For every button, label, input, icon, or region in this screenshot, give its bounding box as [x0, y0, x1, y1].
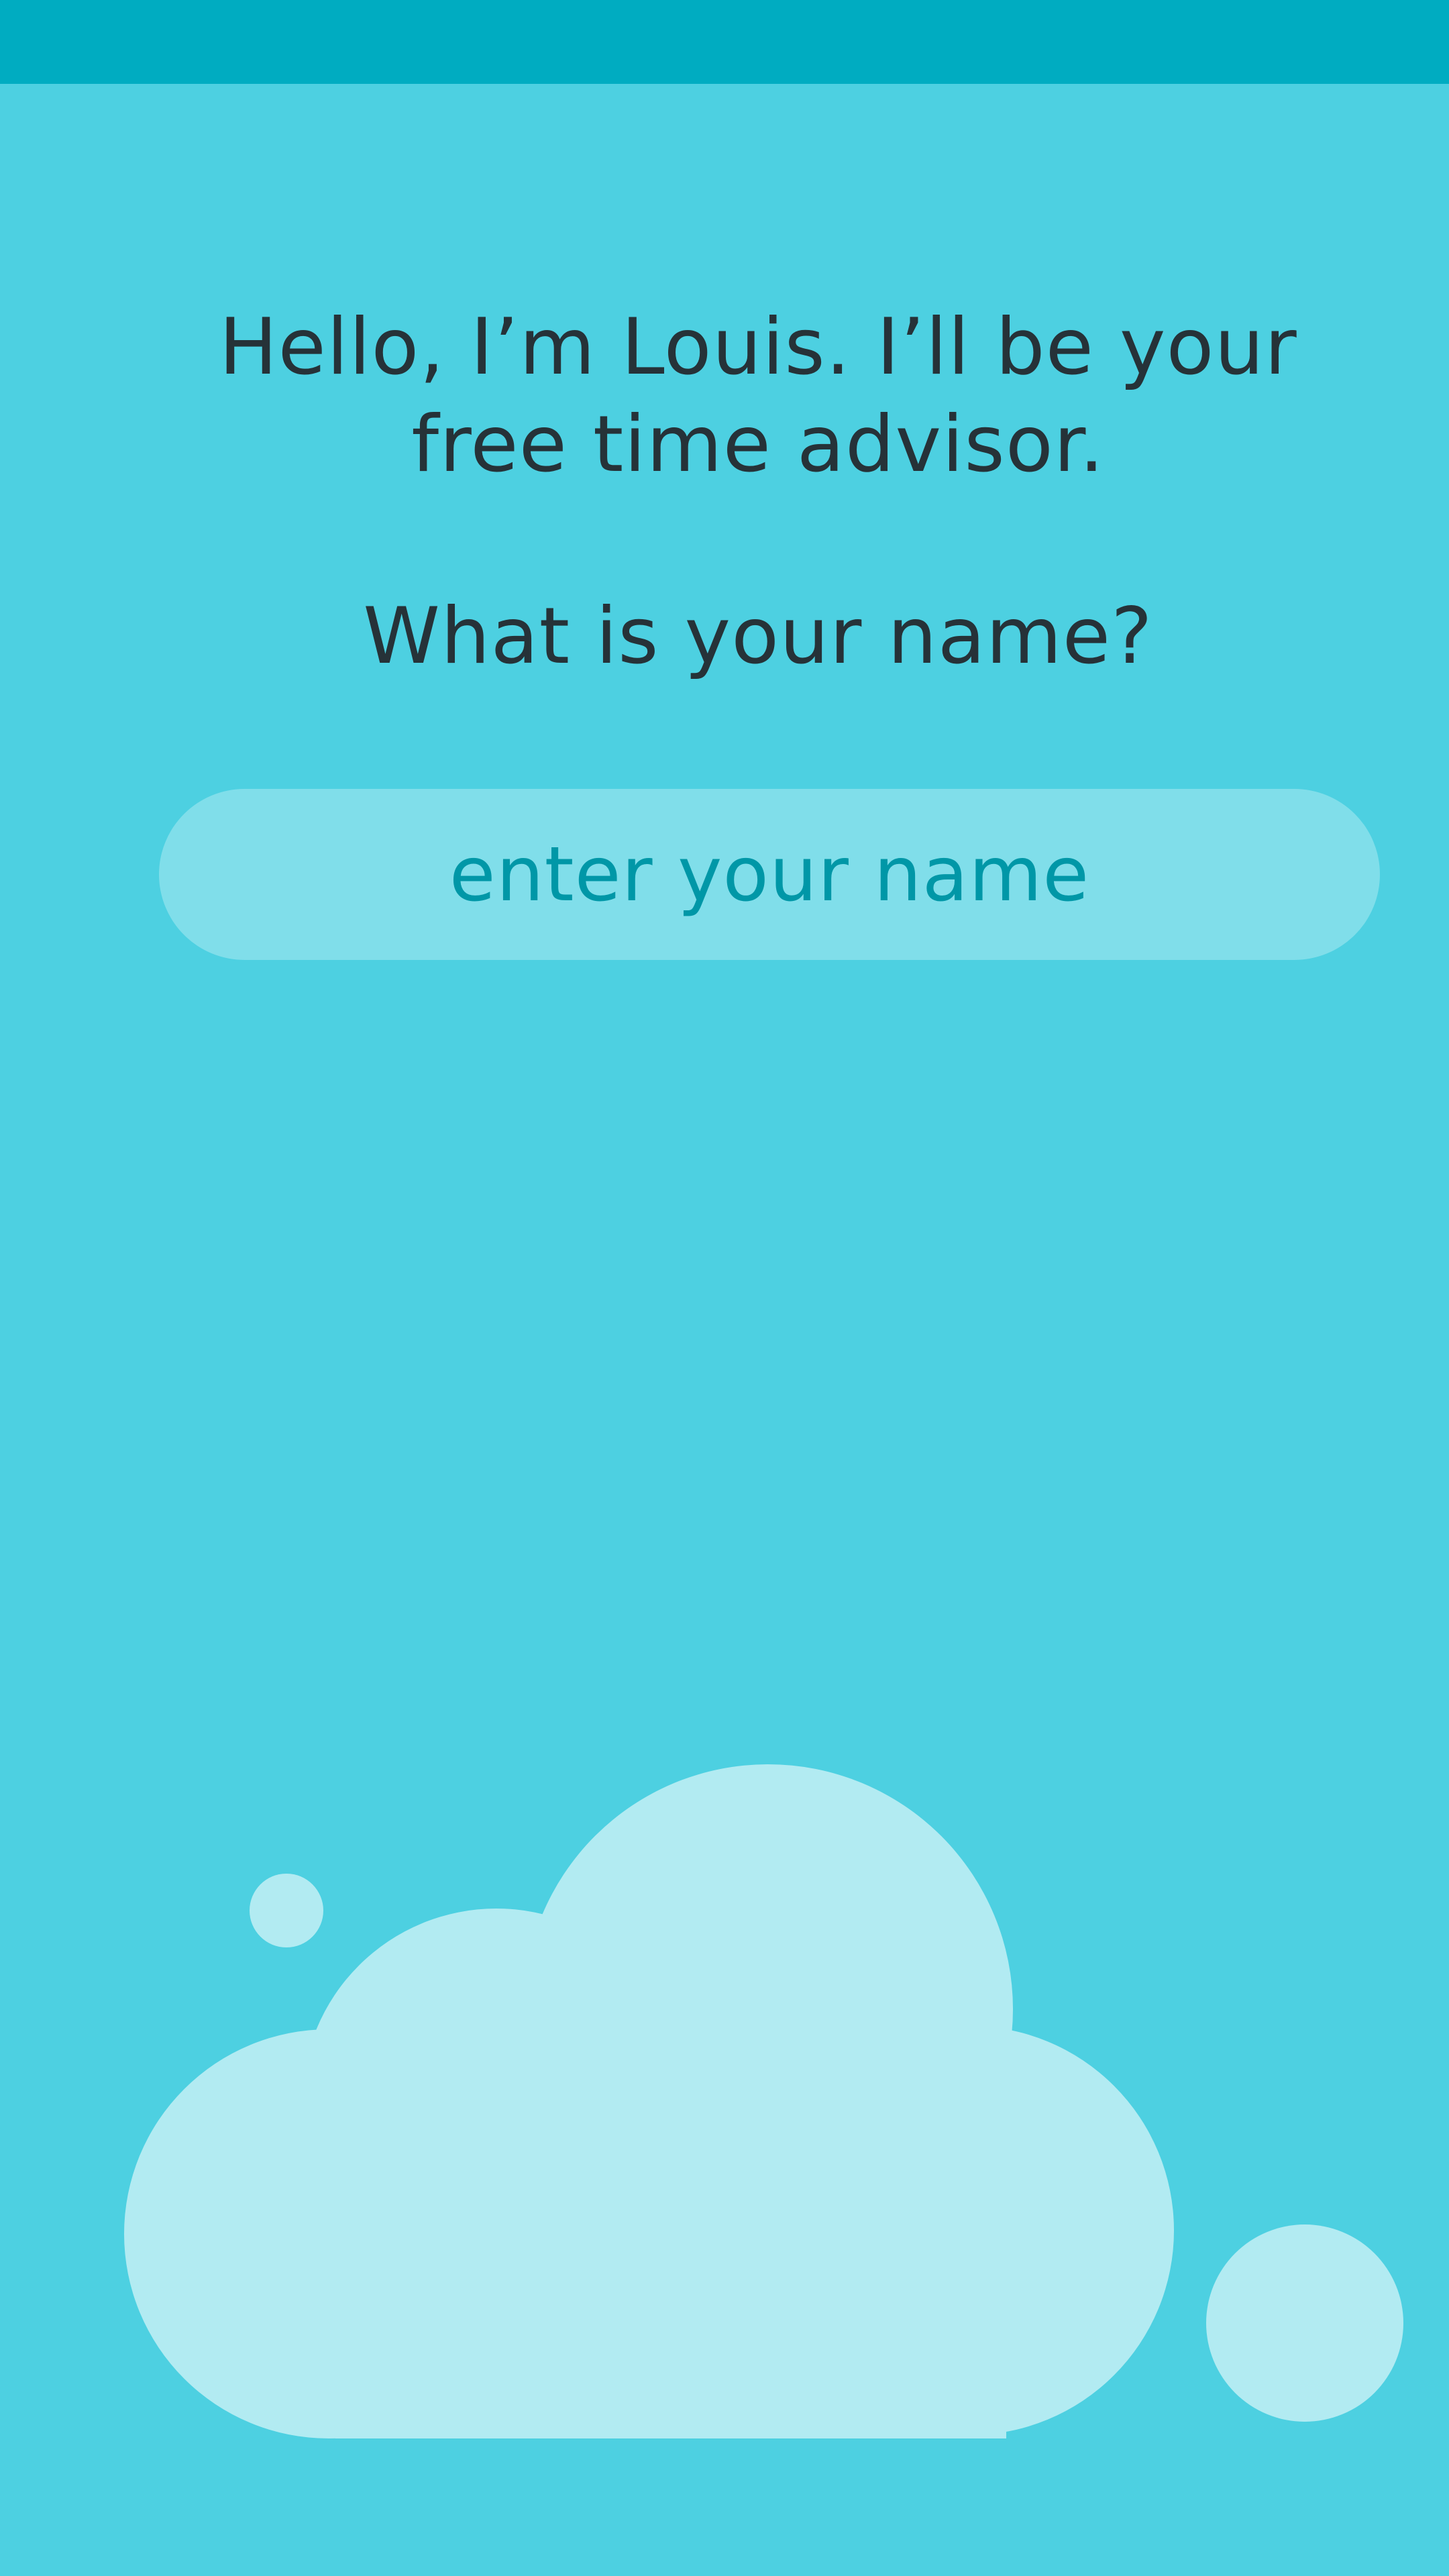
name-question: What is your name?	[363, 591, 1153, 682]
large-bubble	[1206, 2224, 1403, 2422]
small-bubble	[250, 1874, 323, 1947]
name-input[interactable]	[159, 789, 1380, 960]
greeting-text: Hello, I’m Louis. I’ll be your free time…	[219, 302, 1297, 490]
cloud-base	[335, 2066, 1006, 2438]
cloud-illustration	[124, 1764, 1403, 2438]
status-bar	[0, 0, 1449, 84]
